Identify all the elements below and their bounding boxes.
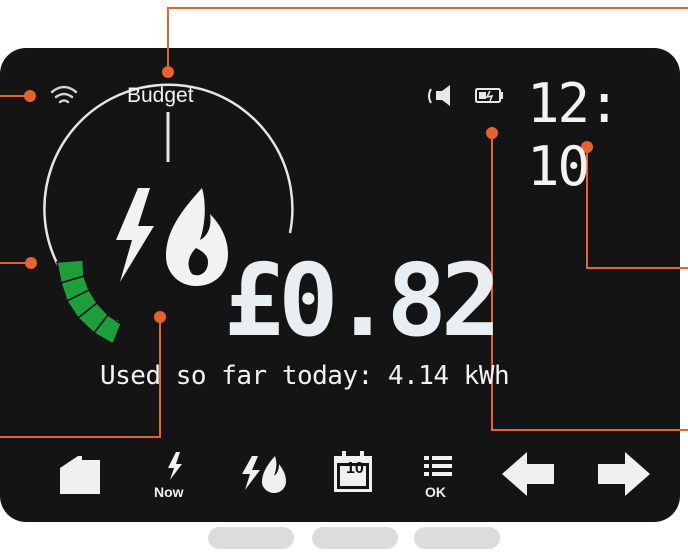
hardware-button-1[interactable] [208, 527, 294, 549]
callout-dot [154, 311, 166, 323]
callout-dot [24, 90, 36, 102]
budget-label: Budget [127, 84, 194, 107]
calendar-day-label: 10 [346, 460, 364, 477]
callout-dot [25, 257, 37, 269]
cost-today-value: £0.82 [224, 242, 501, 359]
callout-dot [486, 127, 498, 139]
clock-display: 12: 10 [527, 72, 621, 198]
callout-dot [162, 66, 174, 78]
now-button-label: Now [154, 484, 184, 500]
hardware-button-3[interactable] [414, 527, 500, 549]
ok-button-label: OK [425, 484, 446, 500]
hardware-button-2[interactable] [312, 527, 398, 549]
menu-list-icon[interactable] [424, 456, 452, 476]
usage-today-text: Used so far today: 4.14 kWh [100, 361, 510, 391]
